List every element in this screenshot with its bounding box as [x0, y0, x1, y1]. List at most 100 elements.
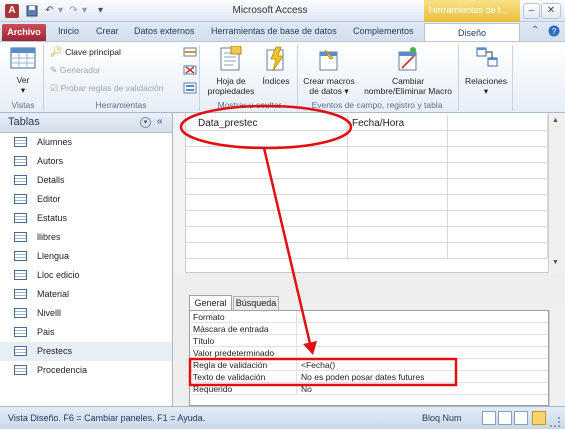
- tab-general[interactable]: General: [189, 295, 232, 310]
- empty-desc-cell[interactable]: [448, 243, 548, 259]
- nav-item-pais[interactable]: Pais: [0, 323, 172, 342]
- scroll-up-icon[interactable]: ▲: [552, 117, 559, 124]
- relationships-button[interactable]: Relaciones ▾: [462, 45, 510, 97]
- property-value[interactable]: [296, 335, 548, 347]
- close-button[interactable]: ✕: [541, 3, 561, 19]
- empty-field-cell[interactable]: [186, 131, 348, 147]
- nav-pane-menu-icon[interactable]: ▾: [140, 117, 151, 128]
- view-pivotchart-icon[interactable]: [514, 411, 528, 425]
- property-value[interactable]: [296, 311, 548, 323]
- test-validation-button[interactable]: ☑ Probar reglas de validación: [50, 83, 163, 94]
- tab-herramientas-bd[interactable]: Herramientas de base de datos: [211, 26, 337, 36]
- minimize-ribbon-icon[interactable]: ⌃: [531, 25, 539, 36]
- empty-type-cell[interactable]: [348, 211, 448, 227]
- customize-toolbar-icon[interactable]: ▾: [94, 5, 107, 17]
- properties-scrollbar[interactable]: [549, 310, 565, 406]
- property-row-valor-predeterminado[interactable]: Valor predeterminado: [190, 347, 548, 359]
- title-bar: A ↶ ▾ ↷ ▾ ▾ Microsoft Access Herramienta…: [0, 0, 565, 22]
- property-row-texto-validacion[interactable]: Texto de validación No es poden posar dat…: [190, 371, 548, 383]
- builder-button[interactable]: ✎ Generador: [50, 65, 101, 76]
- view-dropdown-icon: ▾: [20, 85, 26, 95]
- key-icon: 🔑︎: [50, 47, 63, 58]
- property-value[interactable]: [296, 347, 548, 359]
- empty-field-cell[interactable]: [186, 163, 348, 179]
- nav-item-detalls[interactable]: Detalls: [0, 171, 172, 190]
- tab-archivo[interactable]: Archivo: [2, 24, 46, 41]
- nav-item-editor[interactable]: Editor: [0, 190, 172, 209]
- access-app-icon[interactable]: A: [5, 4, 19, 18]
- indexes-button[interactable]: Índices: [258, 45, 294, 97]
- property-row-titulo[interactable]: Título: [190, 335, 548, 347]
- delete-rows-icon[interactable]: [183, 64, 197, 78]
- nav-item-lloc-edicio[interactable]: Lloc edicio: [0, 266, 172, 285]
- empty-desc-cell[interactable]: [448, 211, 548, 227]
- empty-desc-cell[interactable]: [448, 179, 548, 195]
- group-label-herramientas: Herramientas: [95, 100, 147, 110]
- empty-type-cell[interactable]: [348, 163, 448, 179]
- empty-desc-cell[interactable]: [448, 195, 548, 211]
- nav-item-prestecs[interactable]: Prestecs: [0, 342, 172, 361]
- undo-dropdown-icon[interactable]: ▾: [54, 5, 67, 17]
- create-data-macros-button[interactable]: Crear macros de datos ▾: [301, 45, 357, 97]
- empty-type-cell[interactable]: [348, 227, 448, 243]
- empty-field-cell[interactable]: [186, 211, 348, 227]
- nav-item-llengua[interactable]: Llengua: [0, 247, 172, 266]
- property-value[interactable]: [296, 323, 548, 335]
- empty-field-cell[interactable]: [186, 147, 348, 163]
- empty-desc-cell[interactable]: [448, 131, 548, 147]
- tab-diseno[interactable]: Diseño: [424, 23, 520, 42]
- empty-desc-cell[interactable]: [448, 227, 548, 243]
- property-row-mascara[interactable]: Máscara de entrada: [190, 323, 548, 335]
- redo-dropdown-icon[interactable]: ▾: [78, 5, 91, 17]
- vertical-scrollbar[interactable]: ▲ ▼: [548, 113, 565, 273]
- scroll-down-icon[interactable]: ▼: [552, 259, 559, 266]
- minimize-button[interactable]: –: [523, 3, 540, 19]
- validation-text-value[interactable]: No es poden posar dates futures: [296, 371, 548, 383]
- empty-desc-cell[interactable]: [448, 147, 548, 163]
- view-design-icon[interactable]: [532, 411, 546, 425]
- nav-item-estatus[interactable]: Estatus: [0, 209, 172, 228]
- empty-field-cell[interactable]: [186, 195, 348, 211]
- view-datasheet-icon[interactable]: [482, 411, 496, 425]
- insert-rows-icon[interactable]: [183, 46, 197, 60]
- field-name-cell[interactable]: Data_prestec: [186, 115, 348, 131]
- modify-lookups-icon[interactable]: [183, 82, 197, 96]
- rename-delete-macro-button[interactable]: Cambiar nombre/Eliminar Macro: [358, 45, 458, 97]
- help-icon[interactable]: ?: [548, 25, 560, 40]
- tab-crear[interactable]: Crear: [96, 26, 119, 36]
- empty-type-cell[interactable]: [348, 147, 448, 163]
- validation-rule-value[interactable]: <Fecha(): [296, 359, 548, 371]
- empty-desc-cell[interactable]: [448, 163, 548, 179]
- empty-field-cell[interactable]: [186, 179, 348, 195]
- description-cell[interactable]: [448, 115, 548, 131]
- empty-type-cell[interactable]: [348, 179, 448, 195]
- nav-item-nivelll[interactable]: Nivelll: [0, 304, 172, 323]
- view-pivottable-icon[interactable]: [498, 411, 512, 425]
- tab-busqueda[interactable]: Búsqueda: [233, 296, 279, 310]
- property-row-formato[interactable]: Formato: [190, 311, 548, 323]
- view-button[interactable]: Ver ▾: [6, 45, 40, 97]
- property-value[interactable]: No: [296, 383, 548, 395]
- empty-field-cell[interactable]: [186, 243, 348, 259]
- nav-item-procedencia[interactable]: Procedencia: [0, 361, 172, 380]
- nav-item-autors[interactable]: Autors: [0, 152, 172, 171]
- empty-field-cell[interactable]: [186, 227, 348, 243]
- empty-type-cell[interactable]: [348, 243, 448, 259]
- collapse-pane-icon[interactable]: «: [157, 116, 163, 127]
- property-name: Título: [193, 336, 215, 346]
- resize-grip-icon[interactable]: [550, 417, 560, 427]
- tab-complementos[interactable]: Complementos: [353, 26, 414, 36]
- property-row-requerido[interactable]: Requerido No: [190, 383, 548, 395]
- save-icon[interactable]: [25, 5, 38, 17]
- nav-item-llibres[interactable]: llibres: [0, 228, 172, 247]
- property-row-regla-validacion[interactable]: Regla de validación <Fecha(): [190, 359, 548, 371]
- primary-key-button[interactable]: 🔑︎ Clave principal: [50, 47, 121, 58]
- tab-inicio[interactable]: Inicio: [58, 26, 79, 36]
- empty-type-cell[interactable]: [348, 195, 448, 211]
- data-type-cell[interactable]: Fecha/Hora: [348, 115, 448, 131]
- property-sheet-button[interactable]: Hoja de propiedades: [205, 45, 257, 97]
- empty-type-cell[interactable]: [348, 131, 448, 147]
- nav-item-material[interactable]: Material: [0, 285, 172, 304]
- tab-datos-externos[interactable]: Datos externos: [134, 26, 195, 36]
- nav-item-alumnes[interactable]: Alumnes: [0, 133, 172, 152]
